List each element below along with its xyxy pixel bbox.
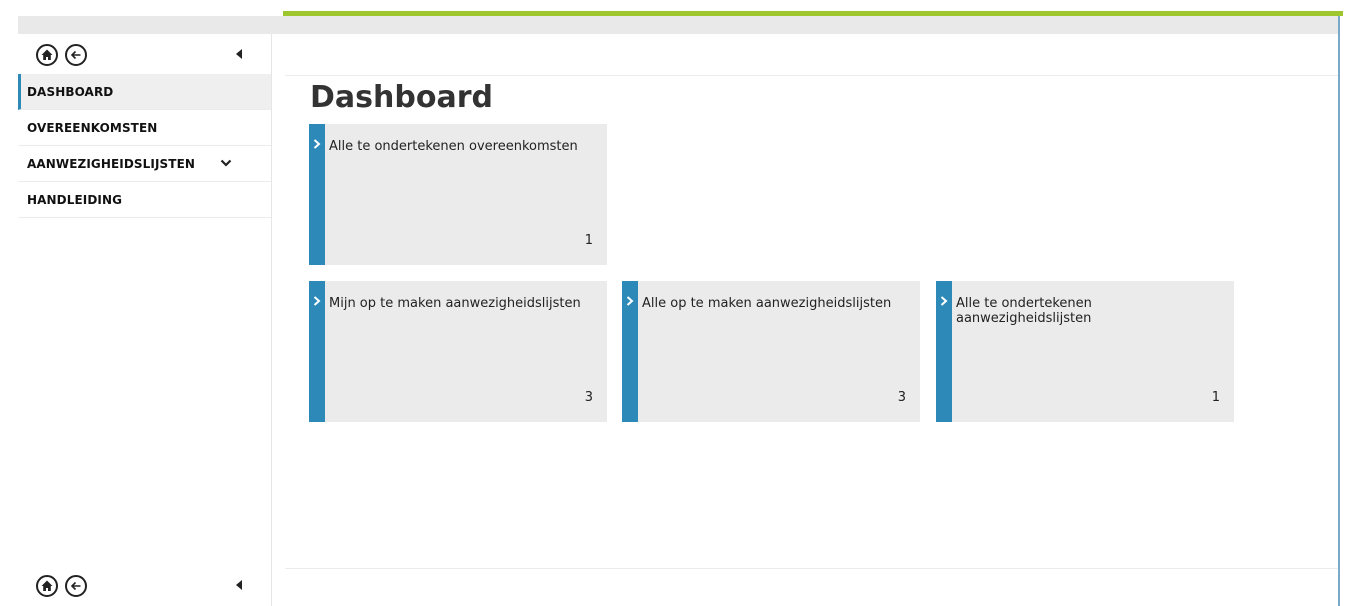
tile-label: Alle op te maken aanwezigheidslijsten	[642, 296, 892, 311]
collapse-arrow-icon[interactable]	[236, 580, 242, 590]
back-arrow-icon	[70, 50, 81, 60]
tile-count: 1	[1211, 390, 1220, 405]
back-arrow-icon	[70, 581, 81, 591]
chevron-right-icon	[313, 296, 321, 306]
sidebar-item-dashboard[interactable]: DASHBOARD	[18, 74, 271, 110]
page-title: Dashboard	[310, 80, 493, 115]
tile-accent-bar	[309, 281, 325, 422]
tile-label: Mijn op te maken aanwezigheidslijsten	[329, 296, 581, 311]
back-button[interactable]	[65, 44, 87, 66]
home-button[interactable]	[36, 44, 58, 66]
home-button-bottom[interactable]	[36, 575, 58, 597]
sidebar-item-handleiding[interactable]: HANDLEIDING	[18, 182, 271, 218]
sidebar-item-label: HANDLEIDING	[27, 193, 123, 207]
dashboard-tile[interactable]: Alle te ondertekenen aanwezigheidslijste…	[936, 281, 1234, 422]
dashboard-tile[interactable]: Mijn op te maken aanwezigheidslijsten 3	[309, 281, 607, 422]
tile-accent-bar	[309, 124, 325, 265]
chevron-down-icon[interactable]	[220, 158, 232, 168]
tile-accent-bar	[622, 281, 638, 422]
tile-accent-bar	[936, 281, 952, 422]
frame-border	[1338, 16, 1340, 606]
tile-count: 3	[897, 390, 906, 405]
sidebar-toolbar-top	[18, 34, 271, 74]
sidebar-item-aanwezigheidslijsten[interactable]: AANWEZIGHEIDSLIJSTEN	[18, 146, 271, 182]
sidebar: DASHBOARD OVEREENKOMSTEN AANWEZIGHEIDSLI…	[18, 34, 272, 606]
collapse-arrow-icon[interactable]	[236, 49, 242, 59]
tile-label: Alle te ondertekenen overeenkomsten	[329, 139, 578, 154]
header-band	[18, 16, 1340, 34]
tile-count: 1	[584, 233, 593, 248]
dashboard-tile[interactable]: Alle op te maken aanwezigheidslijsten 3	[622, 281, 920, 422]
main-footer-divider	[285, 568, 1338, 569]
sidebar-item-label: AANWEZIGHEIDSLIJSTEN	[27, 157, 196, 171]
main-header-divider	[285, 75, 1338, 76]
dashboard-tile[interactable]: Alle te ondertekenen overeenkomsten 1	[309, 124, 607, 265]
sidebar-item-label: DASHBOARD	[27, 85, 114, 99]
tile-count: 3	[584, 390, 593, 405]
back-button-bottom[interactable]	[65, 575, 87, 597]
home-icon	[41, 49, 53, 60]
sidebar-item-label: OVEREENKOMSTEN	[27, 121, 158, 135]
chevron-right-icon	[940, 296, 948, 306]
home-icon	[41, 580, 53, 591]
chevron-right-icon	[313, 139, 321, 149]
sidebar-item-overeenkomsten[interactable]: OVEREENKOMSTEN	[18, 110, 271, 146]
sidebar-toolbar-bottom	[18, 566, 271, 606]
tile-label: Alle te ondertekenen aanwezigheidslijste…	[956, 296, 1092, 326]
chevron-right-icon	[626, 296, 634, 306]
